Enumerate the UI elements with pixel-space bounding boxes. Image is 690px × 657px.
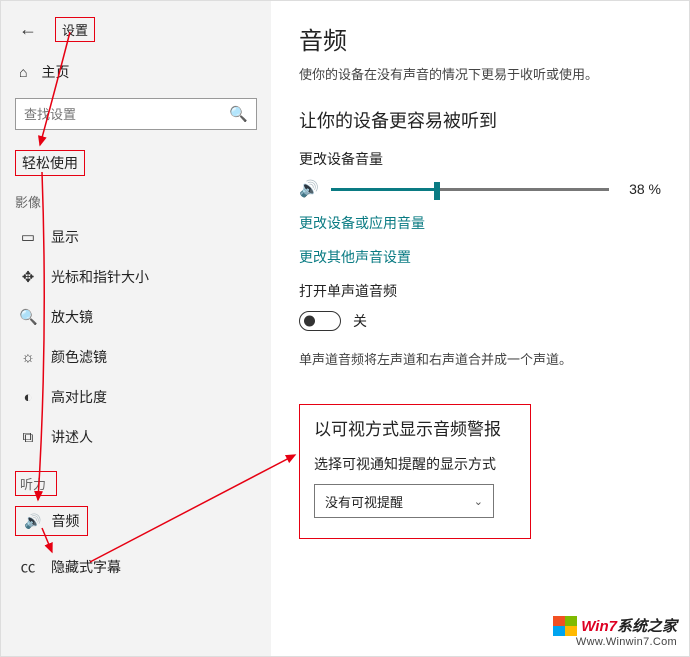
- sidebar-item-color-filter[interactable]: ☼ 颜色滤镜: [1, 337, 271, 377]
- sidebar-home-label: 主页: [41, 62, 69, 82]
- category-hearing: 听力: [15, 471, 57, 496]
- sidebar-item-label: 隐藏式字幕: [51, 557, 121, 577]
- volume-percent: 38 %: [629, 181, 661, 197]
- sidebar-item-display[interactable]: ▭ 显示: [1, 217, 271, 257]
- main-panel: 音频 使你的设备在没有声音的情况下更易于收听或使用。 让你的设备更容易被听到 更…: [271, 1, 689, 656]
- magnifier-icon: 🔍: [19, 308, 37, 326]
- visual-alert-field-label: 选择可视通知提醒的显示方式: [314, 454, 516, 474]
- sidebar-item-high-contrast[interactable]: ◐ 高对比度: [1, 377, 271, 417]
- sidebar: ← 设置 ⌂ 主页 🔍 轻松使用 影像 ▭ 显示 ✥ 光标和指针大小: [1, 1, 271, 656]
- sidebar-item-label: 显示: [51, 227, 79, 247]
- visual-alert-heading: 以可视方式显示音频警报: [314, 415, 516, 440]
- sidebar-item-audio[interactable]: 🔊 音频: [15, 506, 88, 536]
- cc-icon: ㏄: [19, 556, 37, 577]
- sidebar-item-label: 放大镜: [51, 307, 93, 327]
- sidebar-item-label: 高对比度: [51, 387, 107, 407]
- window-title-box: 设置: [55, 17, 95, 42]
- high-contrast-icon: ◐: [19, 389, 37, 406]
- category-vision: 影像: [1, 180, 271, 217]
- volume-slider[interactable]: 🔊 38 %: [299, 179, 661, 199]
- slider-track[interactable]: [331, 188, 609, 191]
- chevron-down-icon: ⌄: [474, 495, 483, 508]
- display-icon: ▭: [19, 228, 37, 246]
- ease-of-access-header: 轻松使用: [15, 150, 85, 176]
- search-icon: 🔍: [229, 105, 248, 123]
- volume-icon: 🔊: [299, 179, 319, 199]
- toggle-knob: [304, 316, 315, 327]
- sidebar-item-magnifier[interactable]: 🔍 放大镜: [1, 297, 271, 337]
- visual-alert-dropdown[interactable]: 没有可视提醒 ⌄: [314, 484, 494, 518]
- mono-toggle[interactable]: [299, 311, 341, 331]
- mono-toggle-state: 关: [353, 311, 367, 331]
- search-input[interactable]: [24, 107, 229, 122]
- back-button[interactable]: ←: [19, 19, 37, 40]
- volume-label: 更改设备音量: [299, 149, 661, 169]
- mono-label: 打开单声道音频: [299, 281, 661, 301]
- speaker-icon: 🔊: [24, 513, 41, 530]
- sidebar-item-cursor[interactable]: ✥ 光标和指针大小: [1, 257, 271, 297]
- sidebar-item-narrator[interactable]: ⧉ 讲述人: [1, 417, 271, 457]
- link-app-volume[interactable]: 更改设备或应用音量: [299, 213, 661, 233]
- home-icon: ⌂: [19, 64, 27, 80]
- search-box[interactable]: 🔍: [15, 98, 257, 130]
- dropdown-value: 没有可视提醒: [325, 492, 403, 511]
- window-title: 设置: [62, 23, 88, 38]
- sidebar-item-label: 颜色滤镜: [51, 347, 107, 367]
- visual-alert-section: 以可视方式显示音频警报 选择可视通知提醒的显示方式 没有可视提醒 ⌄: [299, 404, 531, 539]
- color-filter-icon: ☼: [19, 349, 37, 366]
- mono-note: 单声道音频将左声道和右声道合并成一个声道。: [299, 349, 661, 368]
- sidebar-item-label: 讲述人: [51, 427, 93, 447]
- page-title: 音频: [299, 21, 661, 56]
- watermark-line1b: 系统之家: [617, 618, 677, 635]
- narrator-icon: ⧉: [19, 429, 37, 446]
- cursor-icon: ✥: [19, 268, 37, 286]
- slider-fill: [331, 188, 437, 191]
- watermark: Win7系统之家 Www.Winwin7.Com: [553, 613, 677, 649]
- slider-thumb[interactable]: [434, 182, 440, 200]
- link-other-sound[interactable]: 更改其他声音设置: [299, 247, 661, 267]
- watermark-line1a: Win7: [581, 618, 617, 635]
- page-subtitle: 使你的设备在没有声音的情况下更易于收听或使用。: [299, 64, 661, 83]
- windows-logo-icon: [553, 616, 577, 636]
- sidebar-home[interactable]: ⌂ 主页: [1, 52, 271, 94]
- sidebar-item-label: 光标和指针大小: [51, 267, 149, 287]
- listen-heading: 让你的设备更容易被听到: [299, 107, 661, 133]
- sidebar-item-cc[interactable]: ㏄ 隐藏式字幕: [1, 546, 271, 587]
- sidebar-item-label: 音频: [51, 511, 79, 531]
- watermark-line2: Www.Winwin7.Com: [553, 636, 677, 648]
